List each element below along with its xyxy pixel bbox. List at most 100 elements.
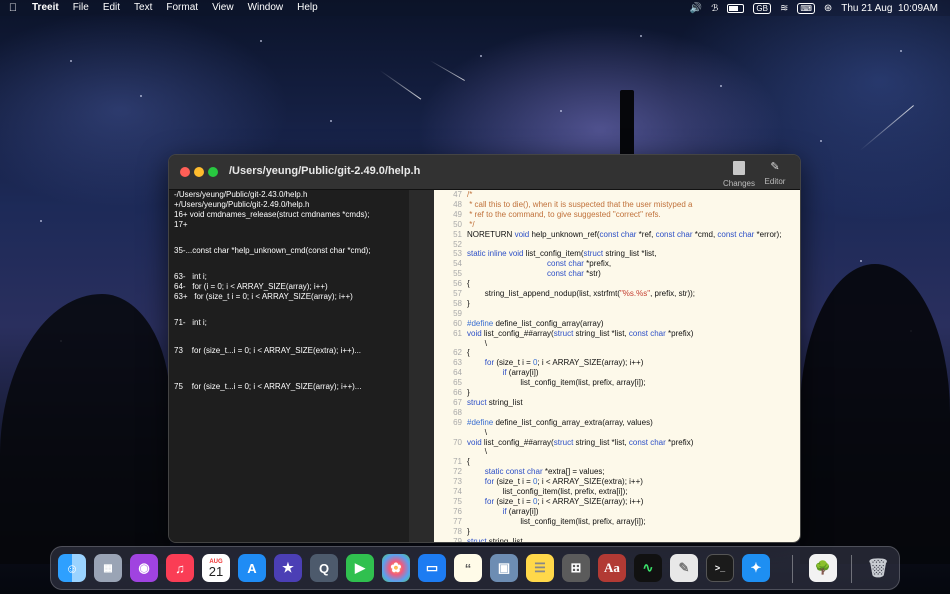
diff-line[interactable]: 16+ void cmdnames_release(struct cmdname… [174, 210, 369, 220]
code-line[interactable]: 65 list_config_item(list, prefix, array[… [434, 378, 646, 388]
keynote-icon[interactable]: ▭ [418, 554, 446, 582]
diff-line[interactable]: 63- int i; [174, 272, 207, 282]
window-titlebar[interactable]: /Users/yeung/Public/git-2.49.0/help.h Ch… [169, 155, 800, 190]
code-line[interactable]: 56 { [434, 279, 470, 289]
menu-app-name[interactable]: Treeit [26, 0, 67, 16]
bluetooth-icon[interactable]: ℬ [711, 3, 718, 14]
code-line[interactable]: 62 { [434, 348, 470, 358]
editor-toolbar-button[interactable]: ✎ Editor [757, 161, 793, 186]
menu-format[interactable]: Format [160, 0, 206, 16]
line-number: 55 [453, 269, 462, 279]
battery-icon[interactable] [727, 3, 745, 13]
code-line[interactable]: 76 if (array[i]) [434, 506, 539, 517]
preview-icon[interactable]: ▣ [490, 554, 518, 582]
menu-edit[interactable]: Edit [97, 0, 128, 16]
trash-icon[interactable]: 🗑 [864, 554, 892, 582]
changes-toolbar-button[interactable]: Changes [721, 161, 757, 188]
app-store-icon[interactable]: A [238, 554, 266, 582]
quicktime-icon[interactable]: Q [310, 554, 338, 582]
textedit-icon[interactable]: “ [454, 554, 482, 582]
line-number: 77 [453, 516, 462, 526]
diff-line[interactable]: 64- for (i = 0; i < ARRAY_SIZE(array); i… [174, 282, 328, 292]
code-line[interactable]: \ [434, 428, 487, 438]
code-line[interactable]: 54 const char *prefix, [434, 259, 611, 269]
script-editor-icon[interactable]: ✎ [670, 554, 698, 582]
podcasts-icon[interactable]: ◉ [130, 554, 158, 582]
code-text: * ref to the command, to give suggested … [467, 209, 661, 219]
code-line[interactable]: \ [434, 339, 487, 349]
close-window-button[interactable] [180, 167, 190, 177]
menu-window[interactable]: Window [242, 0, 292, 16]
code-line[interactable]: 77 list_config_item(list, prefix, array[… [434, 517, 646, 527]
finder-icon[interactable]: ☺ [58, 554, 86, 582]
code-line[interactable]: 71 { [434, 457, 470, 467]
treeit-icon[interactable]: 🌳 [809, 554, 837, 582]
wifi-icon[interactable]: ≋ [780, 3, 788, 14]
calculator-icon[interactable]: ⊞ [562, 554, 590, 582]
facetime-icon[interactable]: ▶ [346, 554, 374, 582]
diff-line[interactable]: +/Users/yeung/Public/git-2.49.0/help.h [174, 200, 309, 210]
control-center-icon[interactable]: ⊛ [824, 3, 832, 14]
diff-line[interactable]: 63+ for (size_t i = 0; i < ARRAY_SIZE(ar… [174, 292, 353, 302]
diff-pane[interactable]: -/Users/yeung/Public/git-2.43.0/help.h +… [169, 190, 409, 542]
code-line[interactable]: 74 list_config_item(list, prefix, extra[… [434, 487, 627, 497]
source-editor[interactable]: 47/* 48 * call this to die(), when it is … [434, 190, 800, 543]
code-line[interactable]: 79 struct string_list [434, 536, 523, 543]
menu-text[interactable]: Text [128, 0, 160, 16]
code-line[interactable]: 58} [434, 299, 470, 309]
code-line[interactable]: 48 * call this to die(), when it is susp… [434, 200, 692, 210]
code-line[interactable]: 53 static inline void list_config_item(st… [434, 249, 656, 259]
notes-icon[interactable]: ☰ [526, 554, 554, 582]
keyboard-icon[interactable]: ⌨ [797, 2, 815, 14]
code-line[interactable]: 57 string_list_append_nodup(list, xstrfm… [434, 289, 695, 299]
minimize-window-button[interactable] [194, 167, 204, 177]
code-line[interactable]: 72 static const char *extra[] = values; [434, 467, 605, 477]
code-text: struct string_list [467, 536, 523, 543]
diff-line[interactable]: 17+ [174, 220, 188, 230]
code-line[interactable]: 78} [434, 527, 470, 537]
code-line[interactable]: 51 NORETURN void help_unknown_ref(const c… [434, 230, 781, 240]
photos-icon[interactable]: ✿ [382, 554, 410, 582]
activity-monitor-icon[interactable]: ∿ [634, 554, 662, 582]
apple-menu-icon[interactable]:  [0, 2, 26, 14]
code-line[interactable]: 69 #define define_list_config_array_extra… [434, 418, 653, 428]
code-line[interactable]: 64 if (array[i]) [434, 368, 538, 378]
code-line[interactable]: 50 */ [434, 220, 474, 230]
calendar-icon[interactable]: AUG 21 [202, 554, 230, 582]
code-line[interactable]: 70 void list_config_##array(struct string… [434, 438, 693, 448]
code-line[interactable]: 61 void list_config_##array(struct string… [434, 329, 693, 339]
dictionary-icon[interactable]: Aa [598, 554, 626, 582]
code-line[interactable]: 55 const char *str) [434, 269, 601, 279]
imovie-icon[interactable]: ★ [274, 554, 302, 582]
code-line[interactable]: 52 [434, 240, 467, 250]
code-line[interactable]: 67 struct string_list [434, 398, 522, 408]
code-line[interactable]: 73 for (size_t i = 0; i < ARRAY_SIZE(ext… [434, 477, 643, 487]
code-line[interactable]: 68 [434, 408, 467, 418]
diff-line[interactable]: 75 for (size_t...i = 0; i < ARRAY_SIZE(a… [174, 382, 361, 392]
safari-icon[interactable]: ✦ [742, 554, 770, 582]
menu-file[interactable]: File [67, 0, 97, 16]
diff-line[interactable]: 73 for (size_t...i = 0; i < ARRAY_SIZE(e… [174, 346, 361, 356]
code-line[interactable]: 60 #define define_list_config_array(array… [434, 319, 603, 329]
menu-clock[interactable]: Thu 21 Aug 10:09AM [841, 3, 938, 14]
menu-help[interactable]: Help [291, 0, 326, 16]
code-text: if (array[i]) [502, 506, 539, 516]
code-line[interactable]: 47 /* [434, 190, 472, 200]
code-line[interactable]: 63 for (size_t i = 0; i < ARRAY_SIZE(arr… [434, 358, 643, 368]
code-line[interactable]: 66} [434, 388, 470, 398]
diff-line[interactable]: 35-...const char *help_unknown_cmd(const… [174, 246, 371, 256]
diff-line[interactable]: 71- int i; [174, 318, 207, 328]
code-line[interactable]: 49 * ref to the command, to give suggest… [434, 210, 661, 220]
zoom-window-button[interactable] [208, 167, 218, 177]
launchpad-icon[interactable]: ▦ [94, 554, 122, 582]
code-line[interactable]: \ [434, 447, 487, 457]
menu-view[interactable]: View [206, 0, 242, 16]
volume-icon[interactable]: 🔊 [690, 3, 702, 14]
input-source-indicator[interactable]: GB [753, 2, 771, 14]
diff-line[interactable]: -/Users/yeung/Public/git-2.43.0/help.h [174, 190, 307, 200]
terminal-icon[interactable]: >_ [706, 554, 734, 582]
code-line[interactable]: 75 for (size_t i = 0; i < ARRAY_SIZE(arr… [434, 497, 643, 507]
code-line[interactable]: 59 [434, 309, 467, 319]
code-text: for (size_t i = 0; i < ARRAY_SIZE(extra)… [484, 477, 643, 487]
music-icon[interactable]: ♫ [166, 554, 194, 582]
